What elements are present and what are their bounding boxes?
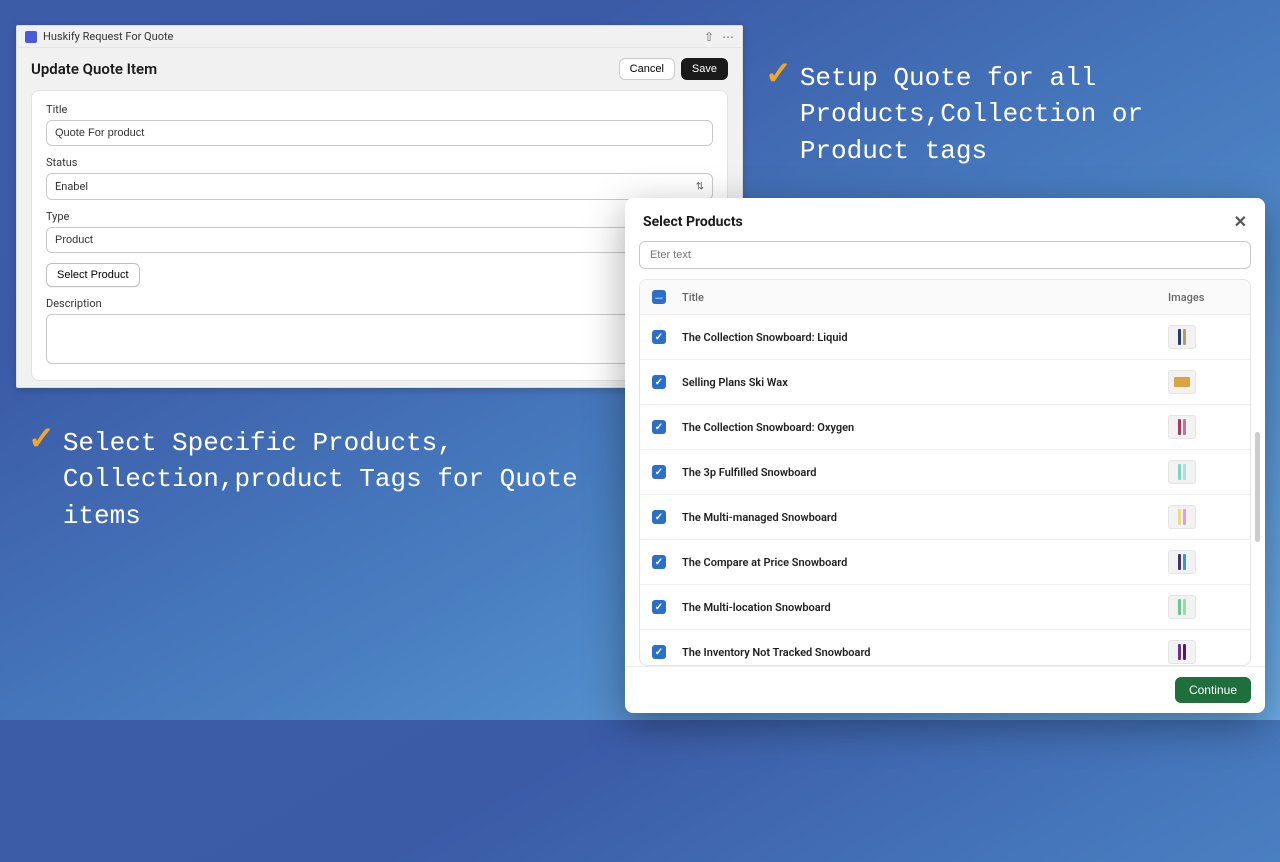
products-table: － Title Images ✓ The Collection Snowboard…: [639, 279, 1251, 666]
product-thumb-cell: [1168, 640, 1238, 664]
chevron-updown-icon: ⇅: [696, 181, 704, 192]
product-thumb: [1168, 640, 1196, 664]
product-thumb: [1168, 460, 1196, 484]
column-title: Title: [682, 291, 1168, 304]
product-thumb-cell: [1168, 595, 1238, 619]
product-thumb: [1168, 370, 1196, 394]
table-row[interactable]: ✓ The Collection Snowboard: Liquid: [640, 315, 1250, 360]
column-images: Images: [1168, 291, 1238, 304]
product-thumb-cell: [1168, 415, 1238, 439]
row-checkbox[interactable]: ✓: [652, 645, 666, 659]
product-name: The Collection Snowboard: Oxygen: [682, 421, 1168, 434]
more-icon[interactable]: ⋯: [722, 30, 734, 44]
checkmark-icon: ✓: [765, 60, 792, 92]
product-name: The Multi-location Snowboard: [682, 601, 1168, 614]
app-logo-icon: [25, 31, 37, 43]
description-textarea[interactable]: [46, 314, 713, 364]
promo-text: Select Specific Products, Collection,pro…: [63, 425, 608, 534]
save-button[interactable]: Save: [681, 58, 728, 80]
pin-icon[interactable]: ⇧: [704, 30, 714, 44]
table-header: － Title Images: [640, 280, 1250, 315]
cancel-button[interactable]: Cancel: [619, 58, 675, 80]
modal-title: Select Products: [643, 214, 743, 230]
product-thumb: [1168, 325, 1196, 349]
status-select[interactable]: Enabel ⇅: [46, 173, 713, 200]
product-thumb-cell: [1168, 460, 1238, 484]
table-row[interactable]: ✓ The Multi-managed Snowboard: [640, 495, 1250, 540]
table-row[interactable]: ✓ Selling Plans Ski Wax: [640, 360, 1250, 405]
product-thumb: [1168, 595, 1196, 619]
status-value: Enabel: [55, 180, 88, 193]
page-bar: Update Quote Item Cancel Save: [17, 48, 742, 90]
form-card: Title Status Enabel ⇅ Type Select Produc…: [31, 90, 728, 381]
select-product-button[interactable]: Select Product: [46, 263, 140, 287]
type-input[interactable]: [46, 227, 713, 253]
row-checkbox[interactable]: ✓: [652, 330, 666, 344]
checkmark-icon: ✓: [28, 425, 55, 457]
promo-text: Setup Quote for all Products,Collection …: [800, 60, 1265, 169]
type-label: Type: [46, 210, 713, 223]
scrollbar[interactable]: [1255, 432, 1260, 862]
product-name: The Multi-managed Snowboard: [682, 511, 1168, 524]
product-thumb-cell: [1168, 505, 1238, 529]
product-thumb: [1168, 550, 1196, 574]
product-name: Selling Plans Ski Wax: [682, 376, 1168, 389]
table-row[interactable]: ✓ The Inventory Not Tracked Snowboard: [640, 630, 1250, 666]
close-icon[interactable]: ✕: [1234, 212, 1247, 231]
select-all-checkbox[interactable]: －: [652, 290, 666, 304]
promo-text-top: ✓ Setup Quote for all Products,Collectio…: [765, 60, 1265, 169]
row-checkbox[interactable]: ✓: [652, 465, 666, 479]
promo-text-bottom: ✓ Select Specific Products, Collection,p…: [28, 425, 608, 534]
product-name: The Collection Snowboard: Liquid: [682, 331, 1168, 344]
search-input[interactable]: [639, 241, 1251, 269]
table-row[interactable]: ✓ The Collection Snowboard: Oxygen: [640, 405, 1250, 450]
product-thumb-cell: [1168, 370, 1238, 394]
product-name: The Inventory Not Tracked Snowboard: [682, 646, 1168, 659]
table-row[interactable]: ✓ The Multi-location Snowboard: [640, 585, 1250, 630]
row-checkbox[interactable]: ✓: [652, 555, 666, 569]
status-label: Status: [46, 156, 713, 169]
product-name: The 3p Fulfilled Snowboard: [682, 466, 1168, 479]
product-name: The Compare at Price Snowboard: [682, 556, 1168, 569]
description-label: Description: [46, 297, 713, 310]
title-label: Title: [46, 103, 713, 116]
title-input[interactable]: [46, 120, 713, 146]
product-thumb-cell: [1168, 550, 1238, 574]
table-row[interactable]: ✓ The Compare at Price Snowboard: [640, 540, 1250, 585]
row-checkbox[interactable]: ✓: [652, 375, 666, 389]
product-thumb: [1168, 505, 1196, 529]
row-checkbox[interactable]: ✓: [652, 420, 666, 434]
app-header: Huskify Request For Quote ⇧ ⋯: [17, 26, 742, 48]
page-title: Update Quote Item: [31, 60, 157, 78]
table-row[interactable]: ✓ The 3p Fulfilled Snowboard: [640, 450, 1250, 495]
row-checkbox[interactable]: ✓: [652, 600, 666, 614]
select-products-modal: Select Products ✕ － Title Images ✓ The Co…: [625, 198, 1265, 713]
product-thumb-cell: [1168, 325, 1238, 349]
app-title: Huskify Request For Quote: [43, 30, 173, 43]
product-thumb: [1168, 415, 1196, 439]
continue-button[interactable]: Continue: [1175, 677, 1251, 703]
row-checkbox[interactable]: ✓: [652, 510, 666, 524]
